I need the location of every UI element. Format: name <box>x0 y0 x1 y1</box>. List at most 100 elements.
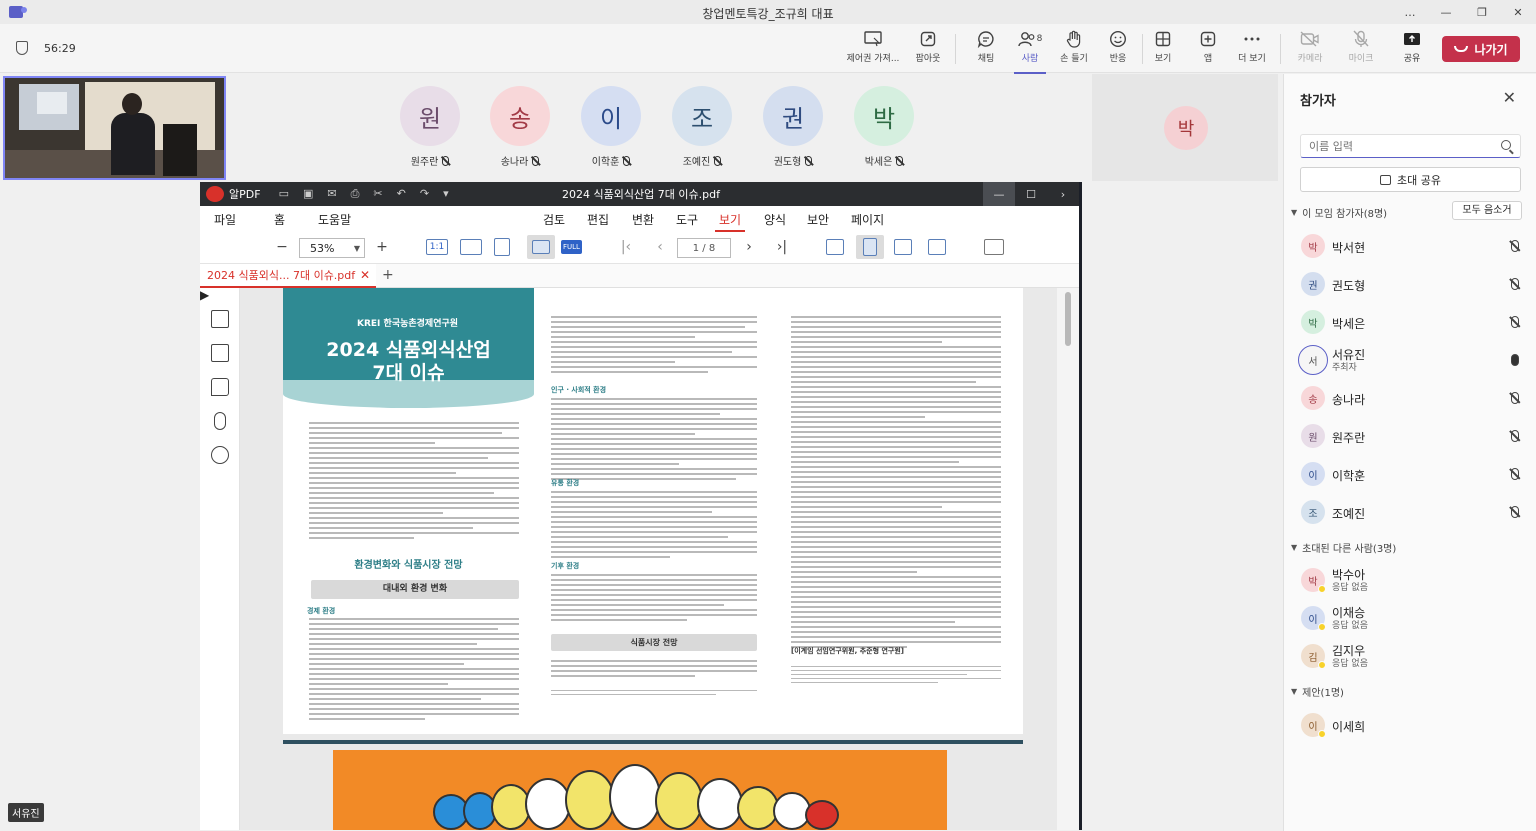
search-icon[interactable] <box>211 446 229 464</box>
take-control-button[interactable]: 제어권 가져... <box>846 30 900 68</box>
menu-help[interactable]: 도움말 <box>318 211 351 228</box>
view-button[interactable]: 보기 <box>1147 30 1179 68</box>
pdf-vertical-scrollbar[interactable] <box>1057 288 1079 830</box>
folder-icon[interactable]: ▭ <box>279 187 289 201</box>
invited-section-header[interactable]: ▼ 초대된 다른 사람(3명) <box>1291 540 1396 555</box>
page-number-input[interactable]: 1 / 8 <box>677 238 731 258</box>
close-icon[interactable]: ✕ <box>1500 0 1536 24</box>
full-screen-button[interactable]: FULL <box>561 237 582 257</box>
next-page-icon[interactable]: › <box>741 237 757 257</box>
menu-edit[interactable]: 편집 <box>587 211 609 228</box>
zoom-in-icon[interactable]: + <box>374 237 390 257</box>
apps-button[interactable]: 앱 <box>1192 30 1224 68</box>
zoom-out-icon[interactable]: − <box>274 237 290 257</box>
redo-icon[interactable]: ↷ <box>420 187 429 201</box>
two-page-icon[interactable] <box>894 237 912 257</box>
save-icon[interactable]: ▣ <box>303 187 313 201</box>
print-icon[interactable]: ⎙ <box>351 187 360 201</box>
participant-row[interactable]: 권 권도형 <box>1284 267 1536 301</box>
participant-row[interactable]: 이 이학훈 <box>1284 457 1536 491</box>
first-page-icon[interactable]: |‹ <box>618 237 634 257</box>
chat-button[interactable]: 채팅 <box>970 30 1002 68</box>
scissors-icon[interactable]: ✂ <box>373 187 382 201</box>
pdf-close-icon[interactable]: › <box>1047 182 1079 206</box>
fit-width-icon[interactable] <box>460 237 482 257</box>
share-button[interactable]: 공유 <box>1396 30 1428 68</box>
participant-tile[interactable]: 원 원주란 <box>392 86 468 168</box>
single-page-icon[interactable] <box>826 237 844 257</box>
bookmark-icon[interactable] <box>211 344 229 362</box>
participant-row[interactable]: 박 박수아 응답 없음 <box>1284 563 1536 597</box>
menu-view[interactable]: 보기 <box>714 211 746 232</box>
menu-review[interactable]: 검토 <box>543 211 565 228</box>
raise-hand-button[interactable]: 손 들기 <box>1058 30 1090 68</box>
participant-tile-overflow[interactable]: 박 <box>1092 74 1278 181</box>
side-panel-expand-icon[interactable]: ▶ <box>200 288 209 302</box>
mute-all-button[interactable]: 모두 음소거 <box>1452 201 1522 220</box>
thumbnail-panel-icon[interactable] <box>211 310 229 328</box>
zoom-select[interactable]: 53% ▼ <box>299 238 365 258</box>
menu-convert[interactable]: 변환 <box>632 211 654 228</box>
share-invite-button[interactable]: 초대 공유 <box>1300 167 1521 192</box>
participant-row[interactable]: 서 서유진 주최자 <box>1284 343 1536 377</box>
minimize-icon[interactable]: — <box>1428 0 1464 24</box>
menu-form[interactable]: 양식 <box>764 211 786 228</box>
menu-tools[interactable]: 도구 <box>676 211 698 228</box>
grid-page-icon[interactable] <box>928 237 946 257</box>
menu-home[interactable]: 홈 <box>274 211 285 228</box>
scrollbar-thumb[interactable] <box>1065 292 1071 346</box>
last-page-icon[interactable]: ›| <box>774 237 790 257</box>
camera-button[interactable]: 카메라 <box>1294 30 1326 68</box>
fit-height-icon[interactable] <box>494 237 510 257</box>
close-tab-icon[interactable]: ✕ <box>360 268 370 282</box>
more-button[interactable]: 더 보기 <box>1236 30 1268 68</box>
people-button[interactable]: 8 사람 <box>1014 30 1046 74</box>
in-meeting-section-header[interactable]: ▼ 이 모임 참가자(8명) <box>1291 205 1387 220</box>
participant-row[interactable]: 박 박서현 <box>1284 229 1536 263</box>
popout-button[interactable]: 팝아웃 <box>912 30 944 68</box>
react-button[interactable]: 반응 <box>1102 30 1134 68</box>
new-tab-icon[interactable]: + <box>382 267 394 283</box>
participant-row[interactable]: 조 조예진 <box>1284 495 1536 529</box>
pdf-document-area[interactable]: ▶ KREI 한국농촌경제연구원 2024 식품외식산업 7대 이슈 환경변화와… <box>200 288 1079 830</box>
mic-button[interactable]: 마이크 <box>1345 30 1377 68</box>
cover-title-line2: 7대 이슈 <box>372 362 445 384</box>
undo-icon[interactable]: ↶ <box>397 187 406 201</box>
participant-tile[interactable]: 권 권도형 <box>755 86 831 168</box>
participant-row[interactable]: 송 송나라 <box>1284 381 1536 415</box>
pdf-minimize-icon[interactable]: — <box>983 182 1015 206</box>
participant-row[interactable]: 김 김지우 응답 없음 <box>1284 639 1536 673</box>
search-icon[interactable] <box>1501 140 1511 150</box>
more-options-icon[interactable]: … <box>1392 0 1428 24</box>
restore-icon[interactable]: ❐ <box>1464 0 1500 24</box>
customize-icon[interactable]: ▾ <box>443 187 449 201</box>
continuous-page-icon[interactable] <box>856 235 884 259</box>
participant-row[interactable]: 박 박세은 <box>1284 305 1536 339</box>
mail-icon[interactable]: ✉ <box>327 187 336 201</box>
participant-tile[interactable]: 조 조예진 <box>664 86 740 168</box>
participant-search-input[interactable] <box>1301 139 1491 153</box>
pdf-maximize-icon[interactable]: ☐ <box>1015 182 1047 206</box>
participant-tile[interactable]: 이 이학훈 <box>573 86 649 168</box>
close-icon[interactable]: ✕ <box>1503 88 1516 107</box>
leave-button[interactable]: 나가기 <box>1442 36 1520 62</box>
prev-page-icon[interactable]: ‹ <box>652 237 668 257</box>
participant-tile[interactable]: 송 송나라 <box>482 86 558 168</box>
participant-role: 응답 없음 <box>1332 659 1368 669</box>
layout-dropdown-icon[interactable] <box>980 237 1008 257</box>
actual-size-button[interactable]: 1:1 <box>426 239 448 255</box>
participant-row[interactable]: 이 이채승 응답 없음 <box>1284 601 1536 635</box>
comment-icon[interactable] <box>211 378 229 396</box>
fit-page-icon[interactable] <box>527 235 555 259</box>
attachment-icon[interactable] <box>214 412 226 430</box>
menu-page[interactable]: 페이지 <box>851 211 884 228</box>
pdf-document-tab[interactable]: 2024 식품외식... 7대 이슈.pdf ✕ <box>200 264 376 288</box>
menu-security[interactable]: 보안 <box>807 211 829 228</box>
self-video-tile[interactable] <box>3 76 226 180</box>
participant-row[interactable]: 원 원주란 <box>1284 419 1536 453</box>
menu-file[interactable]: 파일 <box>214 211 236 228</box>
participant-tile[interactable]: 박 박세은 <box>846 86 922 168</box>
suggested-section-header[interactable]: ▼ 제안(1명) <box>1291 684 1344 699</box>
participant-row[interactable]: 이 이세희 <box>1284 708 1536 742</box>
shared-pdf-window[interactable]: 알PDF ▭ ▣ ✉ ⎙ ✂ ↶ ↷ ▾ 2024 식품외식산업 7대 이슈.p… <box>200 182 1082 830</box>
